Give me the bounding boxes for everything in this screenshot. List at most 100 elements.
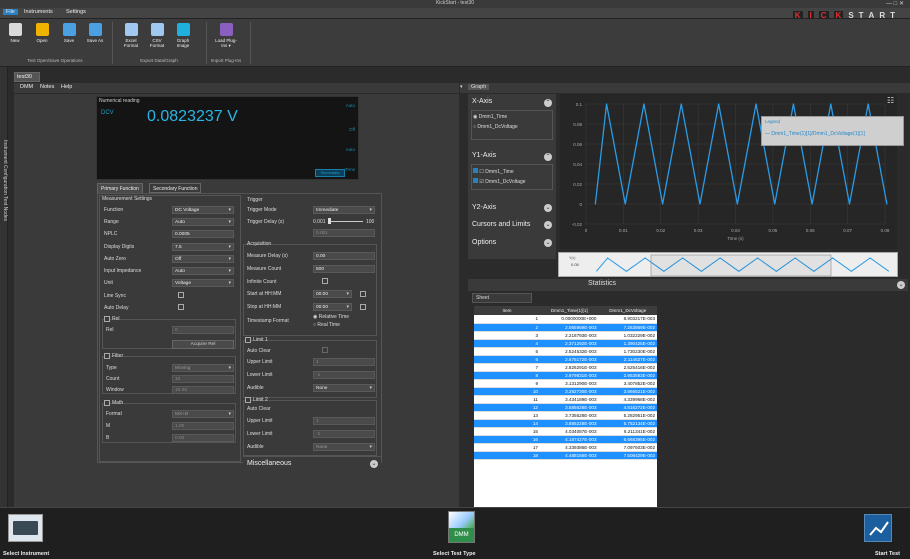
- relative-time-radio[interactable]: ◉ Relative Time: [313, 314, 349, 320]
- sheet-tab[interactable]: Sheet: [472, 293, 532, 303]
- auto-clear-checkbox[interactable]: [322, 347, 328, 353]
- trigger-delay-slider[interactable]: [328, 221, 363, 222]
- y1-axis-header[interactable]: Y1-Axis: [472, 152, 496, 159]
- miscellaneous-section[interactable]: Miscellaneous ⌄: [243, 456, 381, 470]
- stop-at-checkbox[interactable]: [360, 304, 366, 310]
- slider-thumb[interactable]: [328, 218, 331, 224]
- x-option-time[interactable]: ◉ Dmm1_Time: [473, 114, 507, 120]
- overview-strip[interactable]: Y(v) 0.05: [558, 252, 898, 277]
- stop-at-select[interactable]: 00:00: [313, 303, 352, 311]
- range-select[interactable]: Auto: [172, 218, 234, 226]
- function-select[interactable]: DC Voltage: [172, 206, 234, 214]
- start-test-button[interactable]: Start Test: [875, 551, 900, 557]
- graph-tab[interactable]: Graph: [468, 84, 490, 90]
- tab-secondary-function[interactable]: Secondary Function: [149, 183, 202, 193]
- lower-limit-input[interactable]: -1: [313, 371, 375, 379]
- table-row[interactable]: 17 4.339386E-003 7.097503E-002: [474, 443, 657, 452]
- measure-count-input[interactable]: 500: [313, 265, 375, 273]
- collapse-icon[interactable]: ⌃: [544, 99, 552, 107]
- table-row[interactable]: 11 3.434189E-003 4.339968E-002: [474, 395, 657, 404]
- x-axis-header[interactable]: X-Axis: [472, 98, 492, 105]
- table-row[interactable]: 15 4.034087E-003 6.211341E-002: [474, 427, 657, 436]
- y1-option-voltage[interactable]: ☑ Dmm1_DcVoltage: [473, 178, 526, 185]
- start-at-select[interactable]: 00:00: [313, 290, 352, 298]
- rel-value-input[interactable]: 0: [172, 326, 234, 334]
- tab-primary-function[interactable]: Primary Function: [97, 183, 143, 193]
- table-row[interactable]: 9 3.131290E-003 3.407852E-002: [474, 379, 657, 388]
- options-header[interactable]: Options: [472, 239, 496, 246]
- nplc-input[interactable]: 0.0005: [172, 230, 234, 238]
- auto-delay-checkbox[interactable]: [178, 304, 184, 310]
- filter-type-select[interactable]: Moving: [172, 364, 234, 372]
- overview-chart[interactable]: [559, 253, 899, 278]
- table-row[interactable]: 14 3.885228E-003 5.752134E-002: [474, 419, 657, 428]
- overview-range-selector[interactable]: [650, 254, 832, 277]
- measure-delay-input[interactable]: 0.00: [313, 252, 375, 260]
- window-controls[interactable]: — □ ✕: [886, 0, 904, 7]
- submenu-notes[interactable]: Notes: [40, 84, 54, 90]
- trigger-delay-input[interactable]: 0.001: [313, 229, 375, 237]
- acquire-rel-button[interactable]: Acquire Rel: [172, 340, 234, 349]
- column-header[interactable]: Dmm1_Time(1)[1]: [540, 306, 599, 315]
- table-row[interactable]: 6 2.675172E-003 2.114627E-002: [474, 355, 657, 364]
- rel-checkbox[interactable]: [104, 316, 110, 322]
- ribbon-button-graph-image[interactable]: Graph Image: [172, 23, 194, 48]
- instrument-image-icon[interactable]: [8, 514, 43, 542]
- digits-select[interactable]: 7.5: [172, 243, 234, 251]
- secondary-toggle-button[interactable]: Secondary: [315, 169, 345, 177]
- select-instrument-button[interactable]: Select Instrument: [3, 551, 49, 557]
- table-row[interactable]: 13 3.735628E-003 5.282951E-002: [474, 411, 657, 420]
- expand-icon[interactable]: ⌄: [544, 239, 552, 247]
- line-sync-checkbox[interactable]: [178, 292, 184, 298]
- table-row[interactable]: 5 2.524532E-003 1.730230E-002: [474, 347, 657, 356]
- menu-settings[interactable]: Settings: [66, 9, 86, 15]
- filter-count-input[interactable]: 10: [172, 375, 234, 383]
- autozero-select[interactable]: Off: [172, 255, 234, 263]
- limit2-checkbox[interactable]: [245, 397, 251, 403]
- ribbon-button-load-plug-ins[interactable]: Load Plug-Ins ▾: [215, 23, 237, 49]
- table-row[interactable]: 10 3.282730E-003 3.866521E-002: [474, 387, 657, 396]
- graph-legend[interactable]: Legend — Dmm1_Time(1)[1]/Dmm1_DcVoltage(…: [761, 116, 904, 146]
- menu-file[interactable]: File: [3, 9, 18, 15]
- column-header[interactable]: Dmm1_DcVoltage: [598, 306, 657, 315]
- ribbon-button-open[interactable]: Open: [31, 23, 53, 43]
- collapse-icon[interactable]: ⌃: [544, 153, 552, 161]
- table-row[interactable]: 16 4.187427E-003 6.668395E-002: [474, 435, 657, 444]
- upper-limit-input[interactable]: 1: [313, 358, 375, 366]
- expand-icon[interactable]: ⌄: [897, 281, 905, 289]
- expand-icon[interactable]: ⌄: [544, 221, 552, 229]
- ribbon-button-new[interactable]: New: [4, 23, 26, 43]
- impedance-select[interactable]: Auto: [172, 267, 234, 275]
- table-row[interactable]: 12 3.585628E-003 4.816272E-002: [474, 403, 657, 412]
- expand-icon[interactable]: ⌄: [370, 460, 378, 468]
- infinite-count-checkbox[interactable]: [322, 278, 328, 284]
- ribbon-button-save[interactable]: Save: [58, 23, 80, 43]
- trigger-mode-select[interactable]: Immediate: [313, 206, 375, 214]
- column-header[interactable]: Item: [474, 306, 540, 315]
- table-row[interactable]: 1 0.0000000E+000 8.903217E-003: [474, 315, 657, 324]
- statistics-section[interactable]: Statistics ⌄: [468, 279, 908, 291]
- start-at-checkbox[interactable]: [360, 291, 366, 297]
- filter-window-input[interactable]: 10.00: [172, 386, 234, 394]
- side-vertical-tab[interactable]: Instrument Configuration Test Nodes: [0, 67, 8, 507]
- math-m-input[interactable]: 1.00: [172, 422, 234, 430]
- document-tab[interactable]: test30: [14, 72, 40, 82]
- start-test-icon[interactable]: [864, 514, 892, 542]
- y1-option-time[interactable]: ☐ Dmm1_Time: [473, 168, 514, 175]
- data-sheet[interactable]: Item Dmm1_Time(1)[1] Dmm1_DcVoltage 1 0.0000…: [474, 306, 657, 508]
- y2-axis-header[interactable]: Y2-Axis: [472, 204, 496, 211]
- lower-limit2-input[interactable]: -1: [313, 430, 375, 438]
- table-row[interactable]: 2 2.065959E-003 7.263869E-002: [474, 323, 657, 332]
- expand-icon[interactable]: ⌄: [544, 204, 552, 212]
- math-format-select[interactable]: MX+B: [172, 410, 234, 418]
- test-type-icon[interactable]: DMM: [448, 511, 475, 543]
- table-row[interactable]: 4 2.371292E-003 1.390425E-002: [474, 339, 657, 348]
- cursors-limits-header[interactable]: Cursors and Limits: [472, 221, 530, 228]
- submenu-dmm[interactable]: DMM: [20, 84, 33, 90]
- unit-select[interactable]: Voltage: [172, 279, 234, 287]
- menu-instruments[interactable]: Instruments: [24, 9, 53, 15]
- math-b-input[interactable]: 0.00: [172, 434, 234, 442]
- ribbon-button-excel-format[interactable]: Excel Format: [120, 23, 142, 48]
- table-row[interactable]: 18 4.488166E-003 7.506429E-002: [474, 451, 657, 460]
- ribbon-button-save-as[interactable]: Save As: [84, 23, 106, 43]
